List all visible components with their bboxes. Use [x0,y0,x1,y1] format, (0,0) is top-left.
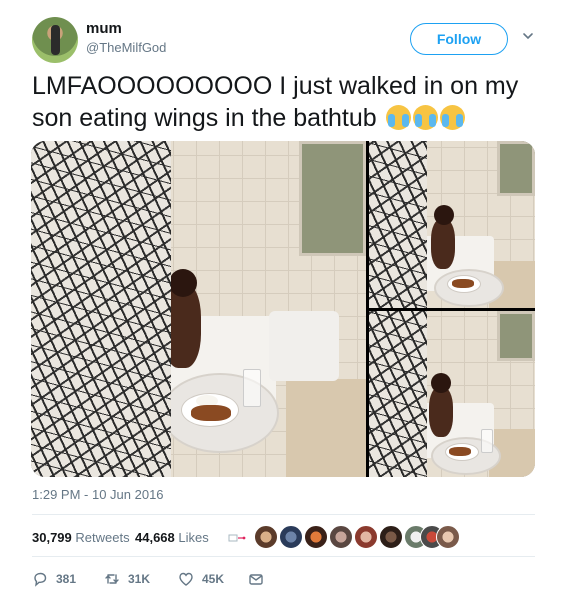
direct-message-button[interactable] [248,571,272,587]
reply-count: 381 [56,572,77,586]
retweet-icon [105,574,119,584]
media-grid [31,141,535,477]
liker-avatar[interactable] [279,525,303,549]
loudly-crying-face-icon [439,105,465,130]
likes-count: 44,668 [135,530,175,545]
liker-avatar[interactable] [254,525,278,549]
liker-avatar[interactable] [436,525,460,549]
like-button[interactable]: 45K [178,571,224,587]
envelope-icon [249,574,263,585]
likes-label: Likes [178,530,209,545]
liker-avatar[interactable] [304,525,328,549]
photo-boy-in-bathtub-top[interactable] [369,141,535,308]
loudly-crying-face-icon [412,105,438,130]
loudly-crying-face-icon [385,105,411,130]
user-handle[interactable]: @TheMilfGod [86,40,166,55]
reply-icon [34,572,47,587]
tweet-timestamp[interactable]: 1:29 PM - 10 Jun 2016 [32,487,164,502]
reply-button[interactable]: 381 [32,571,76,587]
photo-boy-in-bathtub-bottom[interactable] [369,311,535,477]
divider [32,514,535,515]
liker-avatar[interactable] [379,525,403,549]
heart-icon [179,572,193,586]
user-display-name[interactable]: mum [86,20,122,37]
retweets-stat[interactable]: 30,799 Retweets [32,530,130,545]
user-avatar[interactable] [32,17,78,63]
chevron-down-icon[interactable] [522,30,534,42]
tweet-text: LMFAOOOOOOOOO I just walked in on my son… [32,70,542,134]
retweet-button[interactable]: 31K [104,571,150,587]
like-count: 45K [202,572,225,586]
tweet-card: mum @TheMilfGod Follow LMFAOOOOOOOOO I j… [0,0,567,616]
photo-boy-in-bathtub-wide[interactable] [31,141,366,477]
follow-button[interactable]: Follow [410,23,508,55]
retweet-count: 31K [128,572,151,586]
liked-by-arrow-icon [228,534,246,542]
likes-stat[interactable]: 44,668 Likes [135,530,209,545]
retweets-count: 30,799 [32,530,72,545]
retweets-label: Retweets [75,530,130,545]
divider [32,556,535,557]
liker-avatar[interactable] [354,525,378,549]
liker-avatar[interactable] [329,525,353,549]
